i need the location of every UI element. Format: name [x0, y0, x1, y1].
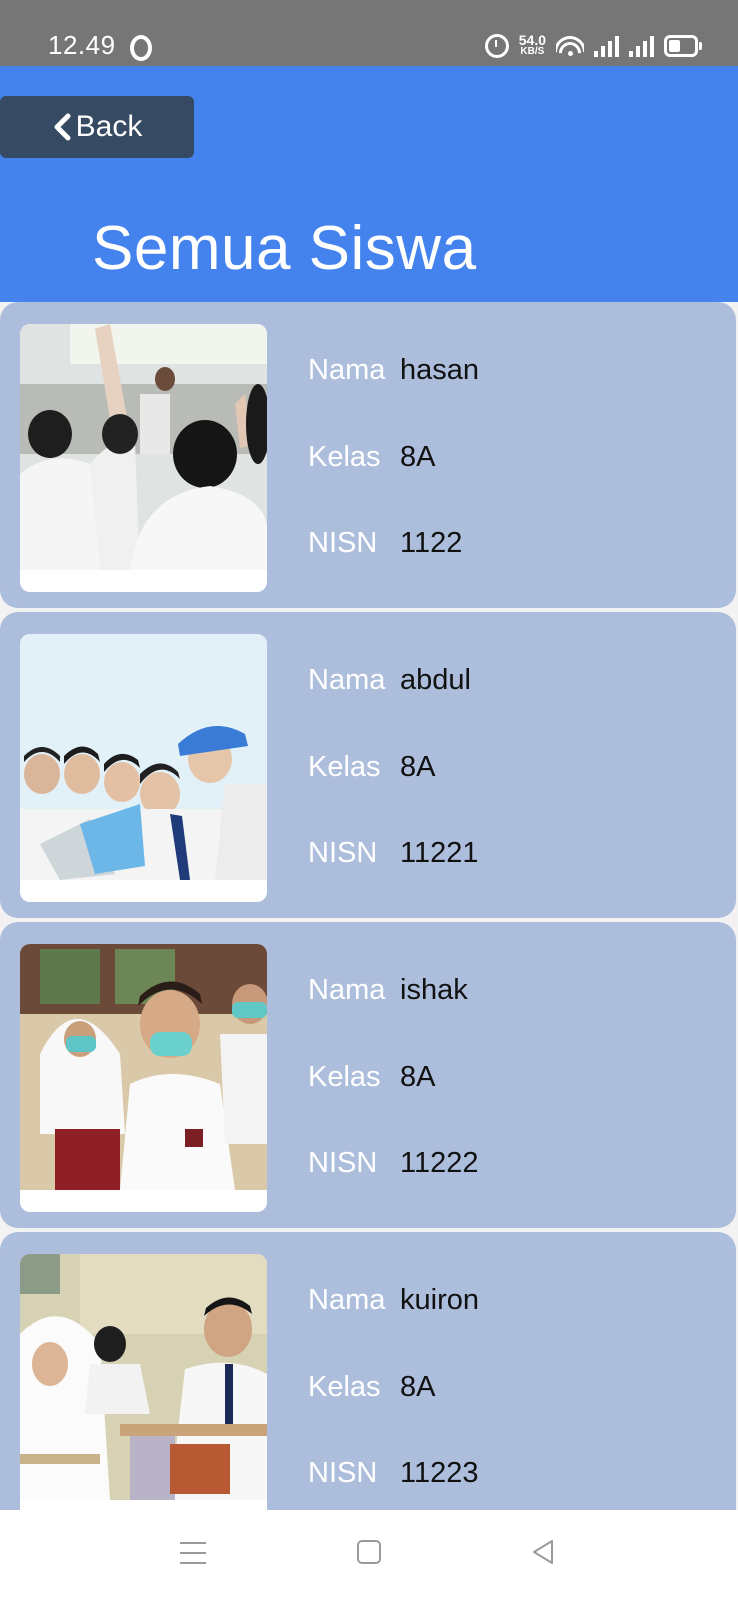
battery-icon: [664, 35, 702, 57]
name-label: Nama: [308, 354, 386, 386]
alarm-icon: [484, 34, 509, 58]
student-class: 8A: [400, 1061, 436, 1093]
class-label: Kelas: [308, 441, 381, 473]
students-writing-exam-image: [20, 1254, 267, 1500]
student-class: 8A: [400, 1371, 436, 1403]
student-nisn-row: NISN 11223: [308, 1457, 479, 1490]
student-class-row: Kelas 8A: [308, 751, 435, 784]
students-reading-illustration: [20, 634, 267, 880]
nisn-label: NISN: [308, 527, 378, 559]
student-photo-classroom: [20, 324, 267, 592]
student-nisn-row: NISN 1122: [308, 527, 462, 560]
student-card[interactable]: Nama abdul Kelas 8A NISN 11221: [0, 612, 736, 918]
classroom-raising-hands-image: [20, 324, 267, 570]
network-speed-value: 54.0: [518, 32, 546, 48]
student-name-row: Nama ishak: [308, 974, 468, 1007]
status-icons: 54.0 KB/S: [484, 30, 702, 62]
class-label: Kelas: [308, 751, 381, 783]
network-speed-unit: KB/S: [520, 46, 545, 57]
student-nisn-row: NISN 11222: [308, 1147, 479, 1180]
student-class-row: Kelas 8A: [308, 441, 435, 474]
student-nisn: 11223: [400, 1457, 479, 1489]
student-card[interactable]: Nama kuiron Kelas 8A NISN 11223: [0, 1232, 736, 1538]
signal-icon: [594, 35, 619, 57]
student-name: abdul: [400, 664, 471, 696]
system-nav-bar: [0, 1510, 738, 1600]
opera-icon: [130, 35, 152, 61]
student-name: ishak: [400, 974, 468, 1006]
nisn-label: NISN: [308, 1457, 378, 1489]
menu-icon[interactable]: [180, 1542, 206, 1564]
student-class: 8A: [400, 441, 436, 473]
student-photo-exam: [20, 1254, 267, 1522]
student-nisn: 11222: [400, 1147, 479, 1179]
student-class-row: Kelas 8A: [308, 1371, 435, 1404]
student-class: 8A: [400, 751, 436, 783]
class-label: Kelas: [308, 1371, 381, 1403]
name-label: Nama: [308, 974, 386, 1006]
student-nisn-row: NISN 11221: [308, 837, 479, 870]
student-nisn: 1122: [400, 527, 463, 559]
nisn-label: NISN: [308, 1147, 378, 1179]
home-icon[interactable]: [357, 1540, 381, 1564]
signal-icon: [629, 35, 654, 57]
name-label: Nama: [308, 1284, 386, 1316]
wifi-icon: [556, 36, 584, 56]
student-name-row: Nama abdul: [308, 664, 471, 697]
network-speed: 54.0 KB/S: [518, 32, 546, 58]
chevron-left-icon: [54, 113, 71, 141]
status-time: 12.49: [48, 30, 116, 60]
masked-students-image: [20, 944, 267, 1190]
student-card[interactable]: Nama ishak Kelas 8A NISN 11222: [0, 922, 736, 1228]
student-photo-masked: [20, 944, 267, 1212]
back-triangle-icon[interactable]: [530, 1538, 556, 1566]
student-photo-illustration: [20, 634, 267, 902]
back-button[interactable]: Back: [0, 96, 194, 158]
student-name-row: Nama hasan: [308, 354, 479, 387]
student-card[interactable]: Nama hasan Kelas 8A NISN 1122: [0, 302, 736, 608]
student-class-row: Kelas 8A: [308, 1061, 435, 1094]
page-title: Semua Siswa: [92, 214, 477, 283]
status-bar: 12.49 54.0 KB/S: [0, 0, 738, 66]
student-name: kuiron: [400, 1284, 479, 1316]
student-name-row: Nama kuiron: [308, 1284, 479, 1317]
back-label: Back: [75, 110, 143, 143]
name-label: Nama: [308, 664, 386, 696]
class-label: Kelas: [308, 1061, 381, 1093]
nisn-label: NISN: [308, 837, 378, 869]
student-nisn: 11221: [400, 837, 479, 869]
student-name: hasan: [400, 354, 480, 386]
